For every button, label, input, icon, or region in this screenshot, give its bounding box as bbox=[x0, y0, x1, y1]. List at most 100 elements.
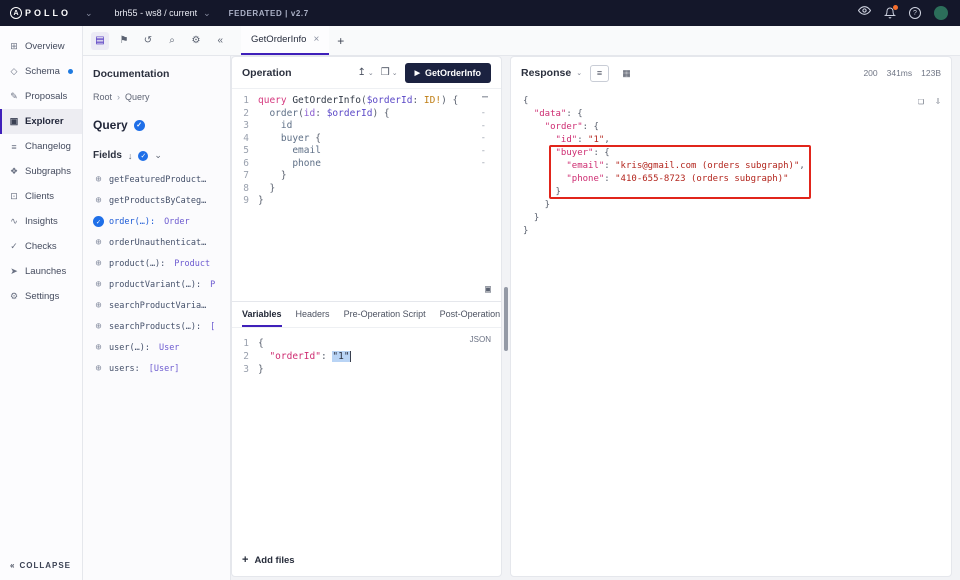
field-row[interactable]: ⊕ ✓ product(…): Product bbox=[93, 253, 220, 274]
documentation-icon[interactable]: ▤ bbox=[91, 32, 109, 50]
field-add-icon[interactable]: ⊕ ✓ bbox=[93, 279, 104, 290]
field-row[interactable]: ⊕ ✓ getProductsByCateg… bbox=[93, 190, 220, 211]
sidebar-item[interactable]: ➤ Launches bbox=[0, 259, 82, 284]
close-icon[interactable]: × bbox=[313, 34, 319, 45]
add-files-button[interactable]: + Add files bbox=[232, 544, 501, 576]
filter-checked-icon[interactable]: ✓ bbox=[138, 151, 148, 161]
save-operation-button[interactable]: ❒ ⌄ bbox=[381, 67, 398, 78]
settings-gear-icon[interactable]: ⚙ bbox=[187, 32, 205, 50]
field-add-icon[interactable]: ⊕ ✓ bbox=[93, 363, 104, 374]
add-icon: + bbox=[242, 554, 248, 566]
operation-title: Operation bbox=[242, 67, 292, 79]
field-type: Order bbox=[164, 217, 190, 227]
variables-tab[interactable]: Headers bbox=[296, 302, 330, 327]
field-add-icon[interactable]: ⊕ ✓ bbox=[93, 258, 104, 269]
variables-tab-label: Variables bbox=[242, 309, 282, 319]
field-row[interactable]: ⊕ ✓ productVariant(…): P bbox=[93, 274, 220, 295]
eye-icon[interactable] bbox=[858, 4, 871, 22]
variables-tab[interactable]: Variables bbox=[242, 302, 282, 327]
field-row[interactable]: ⊕ ✓ searchProductVaria… bbox=[93, 295, 220, 316]
variables-editor[interactable]: 1{2 "orderId": "1"3} bbox=[232, 328, 501, 376]
field-add-icon[interactable]: ⊕ ✓ bbox=[93, 300, 104, 311]
field-add-icon[interactable]: ⊕ ✓ bbox=[93, 195, 104, 206]
sidebar-item-icon: ⚙ bbox=[9, 291, 19, 302]
sidebar-item[interactable]: ✓ Checks bbox=[0, 234, 82, 259]
user-avatar[interactable] bbox=[934, 6, 948, 20]
camera-icon[interactable]: ▣ bbox=[485, 284, 491, 297]
sidebar-item-icon: ⊞ bbox=[9, 41, 19, 52]
field-row[interactable]: ⊕ ✓ order(…): Order bbox=[93, 211, 220, 232]
field-row[interactable]: ⊕ ✓ orderUnauthenticat… bbox=[93, 232, 220, 253]
help-icon[interactable]: ? bbox=[909, 7, 921, 19]
sidebar-item[interactable]: ⊞ Overview bbox=[0, 34, 82, 59]
sidebar-item[interactable]: ▣ Explorer bbox=[0, 109, 82, 134]
fold-markers[interactable]: - - - - - bbox=[481, 107, 486, 170]
format-json-icon[interactable]: ≡ bbox=[590, 65, 609, 82]
chevron-right-icon: › bbox=[117, 92, 120, 102]
variables-tab[interactable]: Post-Operation Script bbox=[440, 302, 501, 327]
response-stats: 200 341ms 123B bbox=[863, 68, 941, 78]
field-add-icon[interactable]: ⊕ ✓ bbox=[93, 216, 104, 227]
field-add-icon[interactable]: ⊕ ✓ bbox=[93, 237, 104, 248]
chevron-down-icon: ⌄ bbox=[368, 69, 374, 77]
notifications-bell-icon[interactable] bbox=[884, 7, 896, 19]
response-title-dropdown[interactable]: Response ⌄ bbox=[521, 67, 582, 79]
sort-icon[interactable]: ↓ bbox=[128, 151, 133, 161]
variables-tab-label: Pre-Operation Script bbox=[344, 309, 426, 319]
field-add-icon[interactable]: ⊕ ✓ bbox=[93, 174, 104, 185]
response-json: { "data": { "order": { "id": "1", "buyer… bbox=[523, 95, 939, 238]
variables-code[interactable]: 1{2 "orderId": "1"3} bbox=[232, 337, 501, 376]
apollo-logo[interactable]: A POLLO bbox=[10, 7, 71, 19]
query-editor[interactable]: 1query GetOrderInfo($orderId: ID!) {2 or… bbox=[232, 89, 501, 301]
history-icon[interactable]: ↺ bbox=[139, 32, 157, 50]
chevron-down-icon[interactable]: ⌄ bbox=[154, 150, 162, 161]
table-view-icon[interactable]: ▦ bbox=[617, 65, 636, 82]
field-type: P bbox=[210, 280, 215, 290]
plus-circle-icon: ⊕ bbox=[95, 342, 101, 353]
panel-resize-handle[interactable] bbox=[504, 287, 508, 351]
breadcrumb-query[interactable]: Query bbox=[125, 92, 150, 102]
field-row[interactable]: ⊕ ✓ user(…): User bbox=[93, 337, 220, 358]
response-panel: Response ⌄ ≡ ▦ 200 341ms 123B { "data": … bbox=[510, 56, 952, 577]
plus-circle-icon: ⊕ bbox=[95, 300, 101, 311]
plus-circle-icon: ⊕ bbox=[95, 279, 101, 290]
left-nav-sidebar: ⊞ Overview ◇ Schema ✎ Proposals ▣ Explor… bbox=[0, 26, 83, 580]
workspace-switcher[interactable]: brh55 - ws8 / current ⌄ bbox=[115, 8, 211, 19]
editor-mode-label[interactable]: JSON bbox=[470, 335, 491, 344]
field-name: productVariant(…): bbox=[109, 280, 201, 290]
collapse-icon: « bbox=[10, 561, 15, 570]
bookmark-icon[interactable]: ⚑ bbox=[115, 32, 133, 50]
field-row[interactable]: ⊕ ✓ searchProducts(…): [ bbox=[93, 316, 220, 337]
sidebar-item[interactable]: ⊡ Clients bbox=[0, 184, 82, 209]
overflow-menu-icon[interactable]: ⋯ bbox=[482, 92, 489, 105]
share-operation-button[interactable]: ↥ ⌄ bbox=[357, 67, 373, 78]
sidebar-item-label: Schema bbox=[25, 66, 60, 77]
variables-tab[interactable]: Pre-Operation Script bbox=[344, 302, 426, 327]
sidebar-collapse-button[interactable]: « COLLAPSE bbox=[10, 561, 71, 570]
top-bar: A POLLO ⌄ brh55 - ws8 / current ⌄ FEDERA… bbox=[0, 0, 960, 26]
search-icon[interactable]: ⌕ bbox=[163, 32, 181, 50]
field-add-icon[interactable]: ⊕ ✓ bbox=[93, 342, 104, 353]
run-operation-button[interactable]: ▶ GetOrderInfo bbox=[405, 63, 491, 83]
field-row[interactable]: ⊕ ✓ getFeaturedProduct… bbox=[93, 169, 220, 190]
copy-icon[interactable]: ❏ bbox=[918, 95, 924, 108]
chevron-down-icon[interactable]: ⌄ bbox=[85, 8, 93, 19]
sidebar-item[interactable]: ∿ Insights bbox=[0, 209, 82, 234]
notification-dot bbox=[893, 5, 898, 10]
sidebar-item-icon: ❖ bbox=[9, 166, 19, 177]
download-icon[interactable]: ⇩ bbox=[935, 95, 941, 108]
collapse-panel-icon[interactable]: « bbox=[217, 35, 223, 46]
new-tab-button[interactable]: + bbox=[337, 34, 344, 48]
sidebar-item[interactable]: ✎ Proposals bbox=[0, 84, 82, 109]
sidebar-item[interactable]: ◇ Schema bbox=[0, 59, 82, 84]
breadcrumb-root[interactable]: Root bbox=[93, 92, 112, 102]
check-icon: ✓ bbox=[93, 216, 104, 227]
field-type: [ bbox=[210, 322, 215, 332]
field-row[interactable]: ⊕ ✓ users: [User] bbox=[93, 358, 220, 379]
sidebar-item[interactable]: ⚙ Settings bbox=[0, 284, 82, 309]
tab-getorderinfo[interactable]: GetOrderInfo × bbox=[241, 26, 329, 55]
field-add-icon[interactable]: ⊕ ✓ bbox=[93, 321, 104, 332]
sidebar-item[interactable]: ≡ Changelog bbox=[0, 134, 82, 159]
sidebar-item[interactable]: ❖ Subgraphs bbox=[0, 159, 82, 184]
query-code[interactable]: 1query GetOrderInfo($orderId: ID!) {2 or… bbox=[232, 95, 501, 208]
